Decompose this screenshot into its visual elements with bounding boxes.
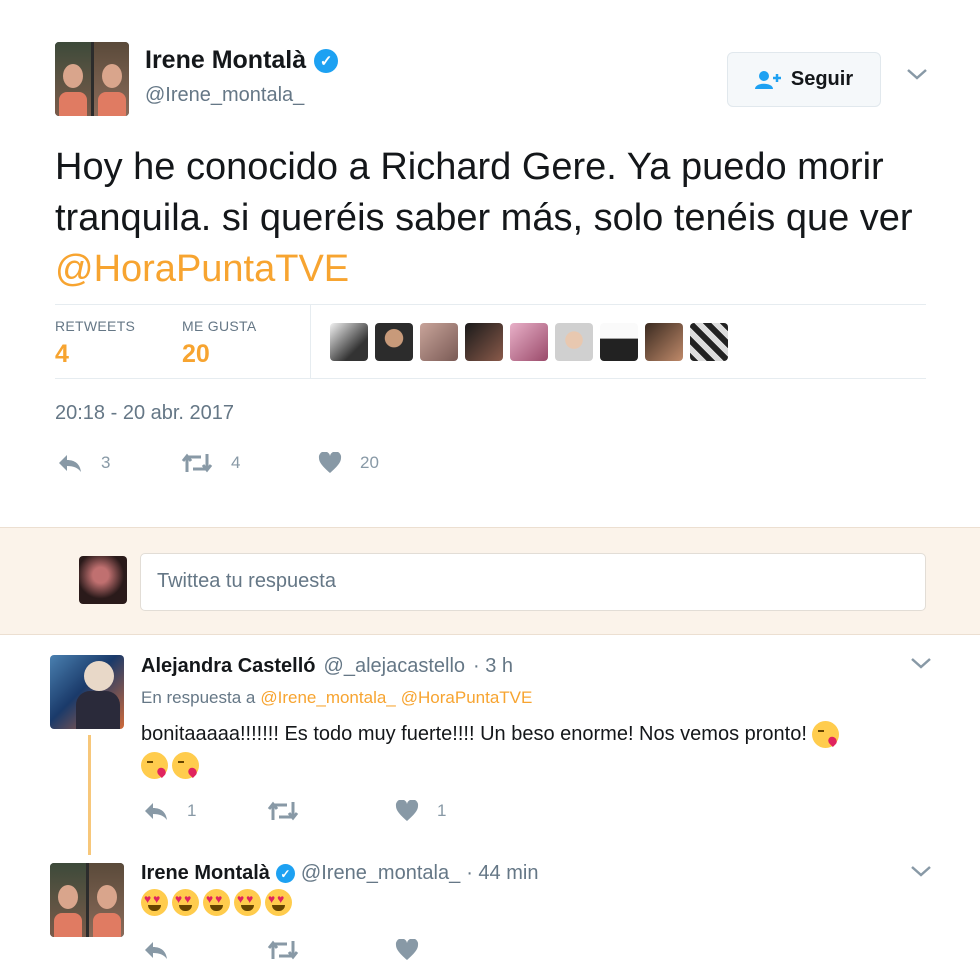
reply-action[interactable]: 3: [57, 453, 181, 473]
heart-eyes-emoji-icon: [265, 889, 292, 916]
follow-user-icon: [754, 70, 781, 89]
liker-avatar[interactable]: [645, 323, 683, 361]
likes-label: ME GUSTA: [182, 318, 257, 334]
chevron-down-icon[interactable]: [906, 64, 928, 87]
heart-eyes-emoji-icon: [203, 889, 230, 916]
tweet-text: Hoy he conocido a Richard Gere. Ya puedo…: [55, 142, 915, 295]
in-reply-prefix: En respuesta a: [141, 688, 256, 707]
reply-author-name[interactable]: Alejandra Castelló: [141, 655, 316, 678]
retweet-icon: [181, 453, 213, 473]
heart-icon: [395, 800, 419, 821]
reply-action[interactable]: 1: [143, 801, 267, 821]
reply-count: 3: [101, 453, 111, 472]
verified-icon: ✓: [275, 864, 295, 883]
in-reply-mention[interactable]: @Irene_montala_: [260, 688, 395, 708]
liker-avatar[interactable]: [420, 323, 458, 361]
author-handle[interactable]: @Irene_montala_: [145, 84, 304, 107]
retweet-icon: [267, 940, 299, 960]
kiss-emoji-icon: [172, 752, 199, 780]
like-action[interactable]: 1: [395, 800, 446, 822]
retweet-action[interactable]: 4: [181, 452, 318, 474]
heart-eyes-emoji-icon: [172, 889, 199, 916]
retweets-label: RETWEETS: [55, 318, 136, 334]
retweet-count: 4: [231, 453, 241, 472]
liker-avatar[interactable]: [510, 323, 548, 361]
retweet-icon: [267, 801, 299, 821]
liker-avatar[interactable]: [465, 323, 503, 361]
heart-eyes-emoji-icon: [141, 889, 168, 916]
tweet-body: Hoy he conocido a Richard Gere. Ya puedo…: [55, 146, 913, 239]
liker-avatar[interactable]: [555, 323, 593, 361]
reply-icon: [59, 455, 81, 472]
author-avatar[interactable]: [55, 42, 129, 116]
chevron-down-icon[interactable]: [910, 864, 932, 883]
reply-icon: [145, 942, 167, 959]
heart-icon: [395, 939, 419, 960]
heart-eyes-emoji-icon: [234, 889, 261, 916]
retweet-action[interactable]: [267, 939, 395, 961]
liker-avatar[interactable]: [600, 323, 638, 361]
verified-icon: ✓: [314, 48, 339, 73]
reply-author-handle[interactable]: @Irene_montala_: [301, 862, 460, 885]
reply-action[interactable]: [143, 940, 267, 960]
like-count: 20: [360, 453, 379, 472]
like-action[interactable]: [395, 939, 437, 961]
liker-avatar[interactable]: [690, 323, 728, 361]
heart-icon: [318, 452, 342, 473]
reply-author-handle[interactable]: @_alejacastello: [324, 655, 466, 678]
like-action[interactable]: 20: [318, 452, 379, 474]
reply-placeholder: Twittea tu respuesta: [157, 570, 336, 592]
follow-label: Seguir: [790, 68, 854, 90]
author-name[interactable]: Irene Montalà: [145, 46, 306, 75]
tweet-mention-link[interactable]: @HoraPuntaTVE: [55, 248, 349, 290]
follow-button[interactable]: Seguir: [727, 52, 881, 107]
thread-line: [88, 735, 91, 855]
reply-text: bonitaaaaa!!!!!!! Es todo muy fuerte!!!!…: [141, 719, 921, 781]
reply-text: [141, 889, 296, 916]
reply-time[interactable]: · 44 min: [466, 862, 538, 885]
reply-input[interactable]: Twittea tu respuesta: [140, 553, 926, 611]
kiss-emoji-icon: [812, 721, 840, 749]
liker-avatar[interactable]: [375, 323, 413, 361]
liker-avatar[interactable]: [330, 323, 368, 361]
reply-count: 1: [187, 801, 197, 820]
like-count: 1: [437, 801, 447, 820]
in-reply-mention[interactable]: @HoraPuntaTVE: [401, 688, 533, 708]
retweets-stat[interactable]: RETWEETS 4: [55, 318, 135, 369]
reply-body: bonitaaaaa!!!!!!! Es todo muy fuerte!!!!…: [141, 723, 807, 745]
current-user-avatar[interactable]: [79, 556, 127, 604]
reply-time[interactable]: · 3 h: [473, 655, 513, 678]
chevron-down-icon[interactable]: [910, 656, 932, 675]
kiss-emoji-icon: [141, 752, 168, 780]
reply-author-name[interactable]: Irene Montalà: [141, 862, 270, 885]
reply-icon: [145, 803, 167, 820]
likes-stat[interactable]: ME GUSTA 20: [182, 318, 256, 369]
likes-value: 20: [182, 340, 210, 368]
tweet-timestamp[interactable]: 20:18 - 20 abr. 2017: [55, 402, 234, 425]
reply-author-avatar[interactable]: [50, 863, 124, 937]
in-reply-to: En respuesta a @Irene_montala_ @HoraPunt…: [141, 688, 532, 708]
reply-author-avatar[interactable]: [50, 655, 124, 729]
retweets-value: 4: [55, 340, 69, 368]
retweet-action[interactable]: [267, 800, 395, 822]
